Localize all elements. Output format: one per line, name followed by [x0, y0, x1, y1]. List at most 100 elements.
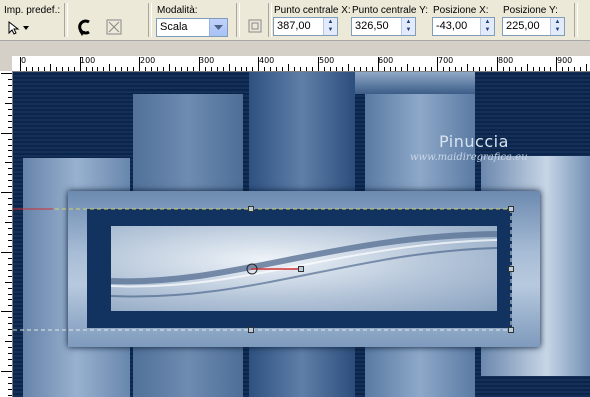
image-canvas[interactable]: Pinuccia www.maidiregrafica.eu [13, 72, 590, 397]
ruler-tick [8, 388, 12, 390]
resize-handle-top-right[interactable] [508, 206, 514, 212]
vertical-ruler[interactable] [0, 71, 13, 397]
spin-up-icon[interactable]: ▲ [551, 18, 564, 26]
ruler-tick [8, 365, 12, 367]
ruler-tick [8, 126, 12, 128]
ruler-tick [252, 67, 254, 71]
center-y-input[interactable]: 326,50 ▲ ▼ [351, 17, 416, 36]
ruler-tick [312, 67, 314, 71]
ruler-tick [586, 64, 588, 71]
mode-select[interactable]: Scala [156, 18, 228, 37]
ruler-tick [353, 67, 355, 71]
preset-picker-button[interactable] [2, 17, 32, 39]
rotation-handle[interactable] [298, 266, 304, 272]
position-y-input[interactable]: 225,00 ▲ ▼ [502, 17, 565, 36]
ruler-tick [97, 67, 99, 71]
ruler-tick [174, 67, 176, 71]
reset-button[interactable] [74, 16, 96, 38]
ruler-tick [8, 78, 12, 80]
position-x-value: -43,00 [436, 20, 468, 32]
spin-up-icon[interactable]: ▲ [324, 18, 337, 26]
ruler-tick [1, 251, 12, 253]
ruler-tick [294, 67, 296, 71]
ruler-tick [258, 57, 260, 71]
ruler-tick [359, 67, 361, 71]
ruler-tick [8, 263, 12, 265]
ruler-tick [8, 299, 12, 301]
chevron-down-icon[interactable] [209, 19, 227, 36]
ruler-tick [8, 108, 12, 110]
position-y-spinner[interactable]: ▲ ▼ [550, 18, 564, 35]
ruler-tick [8, 233, 12, 235]
ruler-tick [318, 57, 319, 71]
ruler-tick [8, 394, 12, 396]
ruler-tick [8, 198, 12, 200]
ruler-tick [31, 67, 33, 71]
ruler-tick [210, 67, 212, 71]
ruler-tick [377, 57, 379, 71]
ruler-tick [8, 114, 12, 116]
spin-down-icon[interactable]: ▼ [481, 26, 494, 34]
spin-down-icon[interactable]: ▼ [402, 26, 415, 34]
center-y-spinner[interactable]: ▲ ▼ [401, 18, 415, 35]
resize-handle-bottom-right[interactable] [508, 327, 514, 333]
separator [64, 3, 68, 37]
ruler-tick [8, 96, 12, 98]
ruler-tick [425, 67, 427, 71]
ruler-tick [335, 67, 337, 71]
position-x-spinner[interactable]: ▲ ▼ [480, 18, 494, 35]
ruler-tick [574, 67, 576, 71]
ruler-tick [133, 67, 135, 71]
ruler-tick [461, 67, 463, 71]
ruler-tick [484, 67, 486, 71]
ruler-tick [329, 67, 331, 71]
ruler-tick [240, 67, 242, 71]
ruler-tick [431, 67, 433, 71]
position-x-label: Posizione X: [433, 5, 489, 16]
tool-options-bar: Imp. predef.: Modalità: Scala Punto cent… [0, 0, 590, 41]
ruler-tick [180, 67, 182, 71]
ruler-tick [389, 67, 391, 71]
ruler-tick [8, 269, 12, 271]
ruler-tick [157, 67, 159, 71]
ruler-tick [8, 317, 12, 319]
horizontal-ruler[interactable]: 0 100 200 300 400 500 600 700 800 900 [12, 56, 590, 72]
resize-handle-top[interactable] [248, 206, 254, 212]
rotation-pivot-button[interactable] [244, 15, 266, 37]
ruler-tick [8, 305, 12, 307]
ruler-tick [276, 67, 278, 71]
spin-down-icon[interactable]: ▼ [551, 26, 564, 34]
ruler-tick [401, 67, 403, 71]
ruler-tick [419, 67, 421, 71]
ruler-tick [1, 73, 12, 74]
center-x-value: 387,00 [277, 20, 311, 32]
spin-up-icon[interactable]: ▲ [481, 18, 494, 26]
ruler-tick [341, 67, 343, 71]
ruler-tick [25, 67, 27, 71]
ruler-tick [246, 67, 248, 71]
transform-bounding-box[interactable] [13, 72, 590, 397]
ruler-tick [490, 67, 492, 71]
ruler-tick [5, 222, 12, 223]
center-x-spinner[interactable]: ▲ ▼ [323, 18, 337, 35]
ruler-tick [580, 67, 582, 71]
separator [574, 3, 578, 37]
ruler-tick [8, 359, 12, 361]
ruler-tick [8, 120, 12, 122]
ruler-tick [1, 371, 12, 372]
pick-arrow-icon [8, 20, 29, 35]
spin-down-icon[interactable]: ▼ [324, 26, 337, 34]
ruler-label: 200 [140, 56, 156, 65]
clear-transform-button[interactable] [103, 16, 125, 38]
ruler-tick [508, 67, 510, 71]
ruler-tick [472, 67, 474, 71]
ruler-tick [216, 67, 218, 71]
resize-handle-right[interactable] [508, 266, 514, 272]
spin-up-icon[interactable]: ▲ [402, 18, 415, 26]
resize-handle-bottom[interactable] [248, 327, 254, 333]
ruler-tick [73, 67, 75, 71]
center-x-input[interactable]: 387,00 ▲ ▼ [273, 17, 338, 36]
position-x-input[interactable]: -43,00 ▲ ▼ [432, 17, 495, 36]
ruler-tick [151, 67, 153, 71]
ruler-tick [8, 84, 12, 86]
